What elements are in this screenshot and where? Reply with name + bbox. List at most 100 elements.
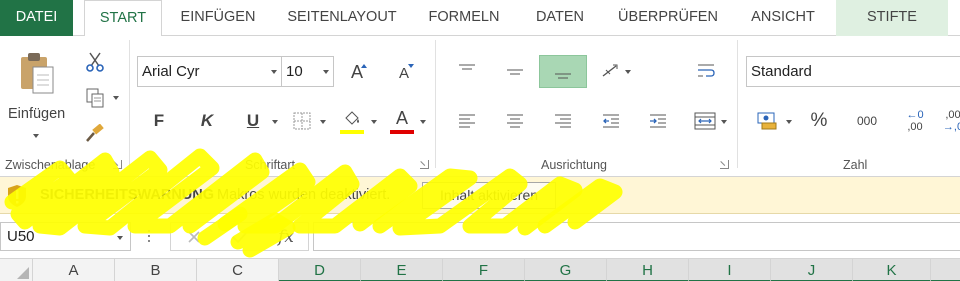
ribbon-tab-bar: DATEI START EINFÜGEN SEITENLAYOUT FORMEL… bbox=[0, 0, 960, 37]
brush-icon bbox=[86, 124, 104, 142]
increase-indent-button[interactable] bbox=[643, 106, 673, 136]
clipboard-dialog-launcher[interactable] bbox=[113, 160, 122, 169]
percent-style-button[interactable]: % bbox=[804, 106, 834, 136]
font-color-button[interactable]: A bbox=[389, 106, 415, 130]
font-color-caret[interactable] bbox=[420, 120, 426, 124]
font-color-icon: A bbox=[395, 107, 408, 128]
decrease-indent-icon bbox=[603, 114, 619, 128]
number-format-value: Standard bbox=[751, 63, 812, 80]
merge-cells-icon bbox=[694, 112, 716, 130]
thousands-icon: 000 bbox=[856, 114, 878, 128]
column-header-selected[interactable]: I bbox=[689, 259, 771, 281]
column-header[interactable]: A bbox=[33, 259, 115, 281]
merge-caret[interactable] bbox=[721, 120, 727, 124]
paste-dropdown-caret[interactable] bbox=[33, 134, 39, 138]
italic-button[interactable]: K bbox=[194, 108, 220, 134]
fill-color-caret[interactable] bbox=[371, 120, 377, 124]
group-label-font: Schriftart bbox=[245, 158, 296, 172]
cancel-icon[interactable] bbox=[183, 225, 205, 249]
insert-function-button[interactable]: fx bbox=[273, 224, 299, 250]
paste-button[interactable] bbox=[14, 50, 60, 96]
paste-icon bbox=[21, 53, 54, 94]
shield-warning-icon bbox=[6, 183, 28, 209]
enter-icon[interactable] bbox=[229, 225, 251, 249]
tab-datei[interactable]: DATEI bbox=[0, 0, 73, 36]
tab-start[interactable]: START bbox=[84, 0, 162, 37]
copy-button[interactable] bbox=[82, 86, 108, 110]
bold-button[interactable]: F bbox=[146, 108, 172, 134]
orientation-button[interactable] bbox=[598, 56, 626, 86]
align-top-icon bbox=[459, 64, 475, 70]
select-all-corner[interactable] bbox=[0, 259, 33, 281]
number-format-combo[interactable]: Standard bbox=[746, 56, 960, 87]
accounting-format-button[interactable] bbox=[753, 106, 781, 136]
borders-button[interactable] bbox=[290, 109, 314, 133]
italic-icon: K bbox=[200, 111, 214, 130]
formula-bar: U50 fx bbox=[0, 214, 960, 258]
shrink-font-button[interactable]: A bbox=[391, 60, 417, 86]
accounting-caret[interactable] bbox=[786, 120, 792, 124]
font-name-caret[interactable] bbox=[271, 70, 277, 74]
tab-einfuegen[interactable]: EINFÜGEN bbox=[168, 0, 268, 36]
comma-style-button[interactable]: 000 bbox=[852, 106, 882, 136]
formula-bar-grip[interactable] bbox=[148, 230, 151, 244]
align-right-button[interactable] bbox=[548, 106, 578, 136]
underline-caret[interactable] bbox=[272, 120, 278, 124]
paste-label[interactable]: Einfügen bbox=[8, 106, 65, 122]
fill-color-button[interactable] bbox=[339, 106, 365, 132]
font-size-value: 10 bbox=[286, 63, 303, 80]
underline-button[interactable]: U bbox=[240, 108, 266, 134]
column-header-row: A B C D E F G H I J K bbox=[0, 258, 960, 281]
decrease-decimal-button[interactable]: ,00 →,0 bbox=[938, 104, 960, 138]
font-size-combo[interactable]: 10 bbox=[281, 56, 334, 87]
alignment-dialog-launcher[interactable] bbox=[720, 160, 729, 169]
borders-caret[interactable] bbox=[320, 120, 326, 124]
column-header-partial[interactable] bbox=[931, 259, 960, 281]
decrease-decimal-icon-bottom: →,0 bbox=[942, 121, 960, 133]
tab-ueberpruefen[interactable]: ÜBERPRÜFEN bbox=[608, 0, 728, 36]
orientation-caret[interactable] bbox=[625, 70, 631, 74]
wrap-text-button[interactable] bbox=[693, 56, 719, 86]
grow-font-button[interactable]: A bbox=[343, 58, 371, 86]
formula-input[interactable] bbox=[313, 222, 960, 251]
align-center-button[interactable] bbox=[500, 106, 530, 136]
tab-stifte[interactable]: STIFTE bbox=[836, 0, 948, 36]
cut-button[interactable] bbox=[82, 50, 108, 74]
tab-ansicht[interactable]: ANSICHT bbox=[738, 0, 828, 36]
column-header-selected[interactable]: E bbox=[361, 259, 443, 281]
font-name-combo[interactable]: Arial Cyr bbox=[137, 56, 282, 87]
name-box-caret[interactable] bbox=[117, 236, 123, 240]
decrease-indent-button[interactable] bbox=[596, 106, 626, 136]
enable-content-button[interactable]: Inhalt aktivieren bbox=[422, 182, 556, 209]
font-dialog-launcher[interactable] bbox=[420, 160, 429, 169]
increase-decimal-button[interactable]: ←0 ,00 bbox=[898, 104, 932, 138]
column-header-selected[interactable]: H bbox=[607, 259, 689, 281]
name-box[interactable]: U50 bbox=[0, 222, 131, 251]
group-label-clipboard: Zwischenablage bbox=[5, 158, 96, 172]
font-size-caret[interactable] bbox=[323, 70, 329, 74]
bold-icon: F bbox=[153, 111, 165, 130]
security-warning-bar: SICHERHEITSWARNUNG Makros wurden deaktiv… bbox=[0, 177, 960, 214]
text-orientation-icon bbox=[602, 64, 618, 77]
align-left-icon bbox=[459, 114, 475, 128]
align-bottom-button[interactable] bbox=[539, 55, 587, 88]
tab-seitenlayout[interactable]: SEITENLAYOUT bbox=[278, 0, 406, 36]
column-header-selected[interactable]: D bbox=[279, 259, 361, 281]
column-header[interactable]: B bbox=[115, 259, 197, 281]
copy-dropdown-caret[interactable] bbox=[113, 96, 119, 100]
column-header-selected[interactable]: G bbox=[525, 259, 607, 281]
format-painter-button[interactable] bbox=[82, 122, 108, 146]
align-middle-button[interactable] bbox=[500, 56, 530, 86]
tab-daten[interactable]: DATEN bbox=[522, 0, 598, 36]
borders-icon bbox=[293, 112, 311, 130]
align-left-button[interactable] bbox=[452, 106, 482, 136]
tab-formeln[interactable]: FORMELN bbox=[418, 0, 510, 36]
column-header[interactable]: C bbox=[197, 259, 279, 281]
align-top-button[interactable] bbox=[452, 56, 482, 86]
font-color-swatch bbox=[390, 130, 414, 134]
merge-center-button[interactable] bbox=[690, 106, 720, 136]
group-label-number: Zahl bbox=[843, 158, 868, 172]
column-header-selected[interactable]: F bbox=[443, 259, 525, 281]
column-header-selected[interactable]: K bbox=[853, 259, 931, 281]
column-header-selected[interactable]: J bbox=[771, 259, 853, 281]
